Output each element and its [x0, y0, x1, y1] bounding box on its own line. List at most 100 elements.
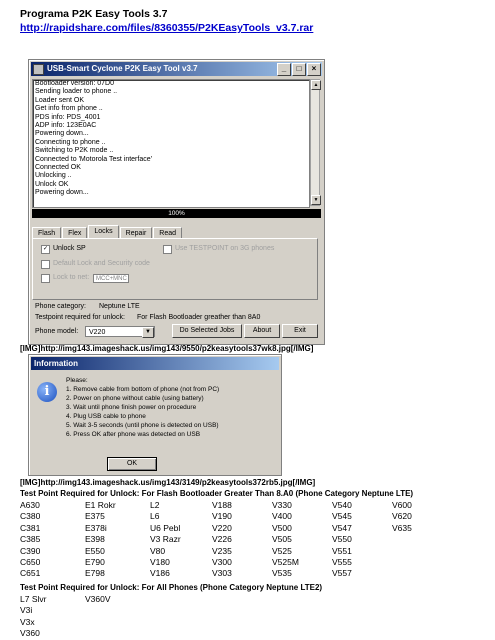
phone-model-label: Phone model:: [35, 328, 79, 335]
progress-label: 100%: [168, 210, 185, 217]
table-cell: E798: [85, 568, 105, 579]
table-cell: E378i: [85, 522, 107, 533]
table-cell: V550: [332, 534, 352, 545]
table-cell: V300: [212, 557, 232, 567]
log-line: PDS info: PDS_4001: [35, 113, 101, 121]
table-cell: V235: [212, 545, 232, 556]
table-cell: L2: [150, 500, 160, 510]
close-button[interactable]: ×: [307, 63, 321, 76]
dialog-title: Information: [31, 357, 279, 370]
table-cell: V525M: [272, 557, 299, 567]
exit-button[interactable]: Exit: [282, 324, 318, 338]
dialog-text-line: 5. Wait 3-5 seconds (until phone is dete…: [66, 422, 219, 429]
table-cell: E790: [85, 557, 105, 567]
download-link[interactable]: http://rapidshare.com/files/8360355/P2KE…: [20, 22, 313, 34]
chevron-down-icon[interactable]: ▼: [142, 327, 154, 338]
log-line: Switching to P2K mode ..: [35, 147, 114, 155]
table-cell: V188: [212, 500, 232, 510]
locks-panel: ✓ Unlock SP Use TESTPOINT on 3G phones D…: [32, 238, 318, 300]
testpoint-label: Testpoint required for unlock:: [35, 314, 125, 321]
testpoint-value: For Flash Bootloader greather than 8A0: [137, 314, 261, 321]
image-caption-2: [IMG]http://img143.imageshack.us/img143/…: [20, 478, 316, 487]
table-cell: V555: [332, 557, 352, 567]
table-cell: V505: [272, 534, 292, 545]
table-cell: V551: [332, 545, 352, 556]
dialog-text-line: 1. Remove cable from bottom of phone (no…: [66, 386, 220, 393]
table-cell: L7 Slvr: [20, 594, 47, 604]
dialog-text-line: Please:: [66, 377, 88, 384]
table-cell: C380: [20, 511, 41, 522]
document-title: Programa P2K Easy Tools 3.7: [20, 8, 168, 20]
ok-button[interactable]: OK: [107, 457, 157, 471]
use-testpoint-label: Use TESTPOINT on 3G phones: [175, 245, 275, 252]
log-line: Powering down...: [35, 130, 89, 138]
table-cell: V620: [392, 511, 412, 522]
phone-model-select[interactable]: V220 ▼: [85, 326, 155, 338]
info-icon: i: [37, 382, 57, 402]
table-cell: V545: [332, 511, 352, 522]
table-cell: C381: [20, 522, 41, 533]
minimize-button[interactable]: _: [277, 63, 291, 76]
dialog-text-line: 2. Power on phone without cable (using b…: [66, 395, 204, 402]
dialog-text-line: 3. Wait until phone finish power on proc…: [66, 404, 197, 411]
section1-heading: Test Point Required for Unlock: For Flas…: [20, 489, 414, 498]
table-cell: U6 Pebl: [150, 522, 181, 533]
default-lock-checkbox[interactable]: Default Lock and Security code: [41, 259, 150, 269]
table-cell: E550: [85, 545, 105, 556]
progress-bar: 100%: [32, 209, 321, 218]
tab-locks[interactable]: Locks: [88, 225, 119, 239]
table-cell: V186: [150, 568, 170, 579]
log-line: Sending loader to phone ..: [35, 88, 118, 96]
log-line: Unlocking ..: [35, 172, 72, 180]
unlock-sp-checkbox[interactable]: ✓ Unlock SP: [41, 244, 86, 254]
log-line: Connected OK: [35, 164, 81, 172]
use-testpoint-checkbox[interactable]: Use TESTPOINT on 3G phones: [163, 244, 274, 254]
table-cell: C385: [20, 534, 41, 545]
log-line: Get info from phone ..: [35, 105, 103, 113]
dialog-text-line: 4. Plug USB cable to phone: [66, 413, 146, 420]
table-cell: V525: [272, 545, 292, 556]
log-line: ADP info: 123E0AC: [35, 122, 97, 130]
window-titlebar[interactable]: USB-Smart Cyclone P2K Easy Tool v3.7 _ □…: [31, 62, 322, 76]
dialog-text-line: 6. Press OK after phone was detected on …: [66, 431, 201, 438]
phone-category-label: Phone category:: [35, 303, 86, 310]
log-line: Powering down...: [35, 189, 89, 197]
table-cell: E1 Rokr: [85, 500, 116, 510]
log-line: Bootloader version: 07D0: [35, 80, 114, 87]
about-button[interactable]: About: [244, 324, 280, 338]
unlock-sp-label: Unlock SP: [53, 245, 86, 252]
table-cell: V557: [332, 568, 352, 579]
lock-to-net-input[interactable]: MCC+MNC: [93, 274, 129, 283]
app-icon: [33, 64, 44, 75]
table-cell: V303: [212, 568, 232, 579]
log-line: Connected to 'Motorola Test interface': [35, 155, 152, 163]
table-cell: V180: [150, 557, 170, 567]
checkmark-icon: ✓: [41, 244, 50, 254]
do-selected-jobs-button[interactable]: Do Selected Jobs: [172, 324, 242, 338]
information-dialog: Information i Please: 1. Remove cable fro…: [28, 354, 282, 476]
log-output[interactable]: Bootloader version: 07D0 Sending loader t…: [32, 79, 310, 208]
scroll-up-icon[interactable]: ▲: [311, 80, 321, 90]
table-cell: V360: [20, 628, 40, 639]
table-cell: V3i: [20, 605, 33, 616]
table-cell: V400: [272, 511, 292, 522]
table-cell: V500: [272, 522, 292, 533]
table-cell: L6: [150, 511, 160, 522]
log-scrollbar[interactable]: ▲ ▼: [310, 79, 321, 206]
maximize-button[interactable]: □: [292, 63, 306, 76]
phone-category-value: Neptune LTE: [99, 303, 140, 310]
lock-to-net-checkbox[interactable]: Lock to net:: [41, 273, 89, 283]
table-cell: C390: [20, 545, 41, 556]
table-cell: V547: [332, 522, 352, 533]
table-cell: E375: [85, 511, 105, 522]
log-line: Connecting to phone ..: [35, 138, 106, 146]
table-cell: V226: [212, 534, 232, 545]
table-cell: V360V: [85, 594, 111, 604]
p2k-easy-tool-window: USB-Smart Cyclone P2K Easy Tool v3.7 _ □…: [28, 59, 325, 345]
table-cell: C651: [20, 568, 41, 579]
table-cell: A630: [20, 500, 40, 510]
table-cell: V3 Razr: [150, 534, 181, 545]
log-line: Unlock OK: [35, 180, 69, 188]
table-cell: V330: [272, 500, 292, 510]
scroll-down-icon[interactable]: ▼: [311, 195, 321, 205]
